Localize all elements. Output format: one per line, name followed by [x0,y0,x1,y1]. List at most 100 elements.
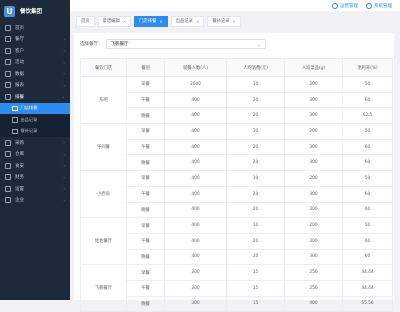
table-cell: 午餐 [126,279,165,297]
tab[interactable]: 首页 [76,15,95,27]
doc-icon [12,105,18,111]
activity-icon [5,59,11,66]
workbench-label: 运营管理 [340,3,358,9]
restaurant-filter: 选择餐厅： 飞鹅餐厅 ⌄ [80,39,266,49]
sidebar-item[interactable]: 出品记录 [0,114,70,126]
table-cell: 50 [342,170,393,187]
table-cell: 300 [284,248,343,266]
tab[interactable]: 门店排餐 × [134,15,168,27]
table-row: 小西房 早餐 400 10 200 50 [80,170,393,219]
table-cell: 60 [342,232,393,250]
table-cell: 300 [284,107,343,125]
sidebar-item[interactable]: 食安 › [0,160,70,172]
close-icon[interactable]: × [159,19,162,24]
sidebar-item-label: 活动 [15,60,24,66]
table-row: 东吧 早餐 2000 10 200 50 [80,75,393,125]
restaurant-name-cell: 佐佐餐厅 [80,217,127,266]
table-cell: 300 [284,201,343,219]
restaurant-name-cell: 小西房 [80,170,127,219]
tab[interactable]: 菜谱编辑 × [97,15,132,27]
table-cell: 400 [164,185,227,203]
home-icon [5,24,11,31]
sidebar-item[interactable]: 企业 › [0,195,70,207]
table-cell: 60 [342,248,393,266]
table-cell: 300 [164,295,227,312]
table-cell: 午餐 [126,232,165,250]
app-title: 餐饮集团 [20,9,43,15]
table-cell: 400 [164,217,227,234]
warehouse-icon [5,151,11,158]
table-cell: 400 [164,248,227,266]
system-label: 系统管理 [374,3,392,9]
table-cell: 300 [164,279,227,297]
close-icon[interactable]: × [123,19,126,24]
sidebar-item[interactable]: 排餐 ⌄ [0,91,70,103]
table-cell: 早餐 [126,217,165,234]
chevron-right-icon: › [63,151,65,157]
system-link[interactable]: 系统管理 [366,2,392,9]
table-cell: 400 [164,123,227,140]
restaurant-select[interactable]: 飞鹅餐厅 ⌄ [105,39,266,49]
table-row: 午餐 400 20 300 60 [81,185,393,203]
app-logo[interactable]: U 餐饮集团 [0,0,70,22]
sidebar-item[interactable]: 仓库 › [0,149,70,161]
filter-label: 选择餐厅： [80,42,103,47]
table-cell: 午餐 [126,138,165,156]
table-cell: 50 [342,76,393,93]
column-header: 餐饮门店 [80,58,127,77]
table-cell: 60 [342,91,393,109]
sidebar-item-label: 餐厅 [15,37,24,43]
workbench-link[interactable]: 运营管理 [332,2,358,9]
sidebar-item[interactable]: 数据 › [0,68,70,80]
tab-bar: 首页 菜谱编辑 × 门店排餐 × 出品记录 × 餐补记录 × [70,11,400,31]
table-row: 午间餐 早餐 400 10 200 50 [80,123,393,172]
column-header: 餐别 [126,58,165,77]
sidebar-item-label: 餐补记录 [20,128,38,134]
sidebar-item-label: 采购 [15,140,24,146]
table-cell: 晚餐 [126,248,165,266]
system-icon [366,2,372,9]
tab[interactable]: 餐补记录 × [207,15,241,27]
table-cell: 20 [226,154,285,172]
sidebar-item[interactable]: 首页 [0,22,70,34]
calendar-icon [5,93,11,100]
table-row: 晚餐 400 20 300 60 [81,248,393,266]
sidebar-item[interactable]: 门店排餐 [0,102,70,114]
table-row: 午餐 400 20 300 60 [81,138,393,156]
table-cell: 10 [226,217,285,234]
table-cell: 早餐 [126,264,165,281]
close-icon[interactable]: × [232,19,235,24]
table-cell: 55.56 [342,295,393,312]
restaurant-name-cell: 飞鹅餐厅 [80,264,127,312]
sidebar-nav: 首页 餐厅 › 客户 › 活动 › 数据 › 报表 › 排餐 ⌄ 门店排餐 出品记录 餐补记录 采购 › 仓库 › 食安… [0,22,70,206]
sidebar-item[interactable]: 客户 › [0,45,70,57]
chart-icon [5,70,11,77]
sidebar-item[interactable]: 餐厅 › [0,34,70,46]
table-cell: 400 [164,107,227,125]
table-cell: 晚餐 [126,107,165,125]
table-cell: 晚餐 [126,295,165,312]
sidebar-item[interactable]: 活动 › [0,57,70,69]
column-header: 就餐人数(人) [164,58,227,77]
gear-icon [5,185,11,192]
table-row: 佐佐餐厅 早餐 400 10 200 50 [80,217,393,266]
table-cell: 300 [284,91,343,109]
cart-icon [5,139,11,146]
chevron-right-icon: › [63,197,65,203]
table-row: 晚餐 300 15 400 55.56 [81,295,393,312]
sidebar-item[interactable]: 采购 › [0,137,70,149]
sidebar-item[interactable]: 餐补记录 [0,125,70,137]
sidebar-item[interactable]: 报表 › [0,80,70,92]
table-cell: 20 [226,138,285,156]
table-cell: 200 [284,123,343,140]
table-cell: 62.5 [342,107,393,125]
table-cell: 300 [164,264,227,281]
store-icon [5,36,11,43]
sidebar-item[interactable]: 财务 › [0,172,70,184]
close-icon[interactable]: × [196,19,199,24]
tab[interactable]: 出品记录 × [170,15,205,27]
sidebar-item-label: 数据 [15,71,24,77]
sidebar-item-label: 食安 [15,163,24,169]
sidebar-item[interactable]: 设置 › [0,183,70,195]
table-cell: 60 [342,138,393,156]
